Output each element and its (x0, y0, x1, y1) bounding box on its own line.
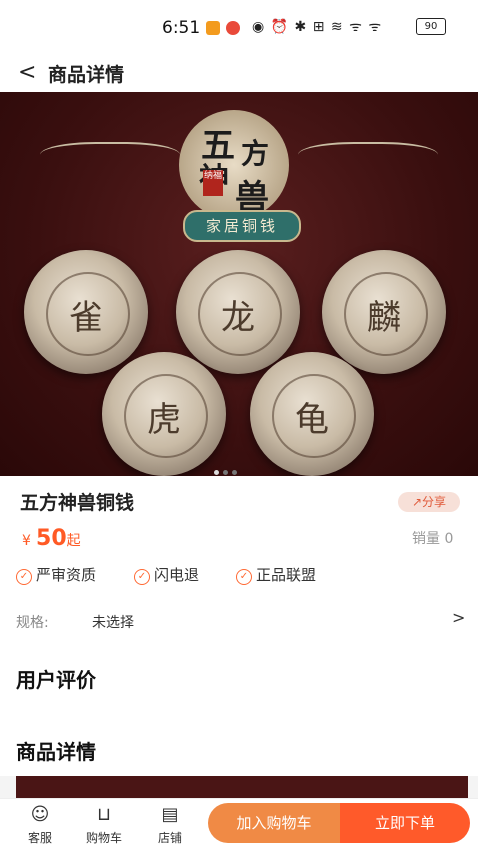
carousel-dot-active (214, 470, 219, 475)
sales-label: 销量 (412, 531, 440, 547)
status-bar: 6:51 ◉ ⏰ ✱ ⊞ ≋ ᯤ ᯤ 90 (0, 0, 478, 56)
details-section-title: 商品详情 (16, 736, 120, 767)
price-currency: ¥ (22, 533, 31, 549)
nav-bar: < 商品详情 (0, 56, 478, 92)
cart-label: 购物车 (85, 831, 122, 845)
guarantee-item: ✓ 正品联盟 (236, 564, 316, 585)
cart-icon: ⊔ (96, 804, 112, 825)
check-icon: ✓ (236, 569, 252, 585)
status-time: 6:51 (162, 18, 201, 38)
price-suffix: 起 (66, 533, 81, 549)
store-tab[interactable]: ▤ 店铺 (142, 805, 198, 846)
chevron-right-icon: > (452, 608, 466, 627)
guarantee-label: 正品联盟 (256, 566, 317, 584)
badge-char-2: 方 (241, 137, 270, 170)
battery-icon: 90 (416, 18, 446, 35)
right-ornament (298, 142, 438, 174)
page-title: 商品详情 (48, 64, 125, 86)
store-label: 店铺 (157, 831, 182, 845)
product-ribbon: 家居铜钱 (183, 210, 301, 242)
spec-label: 规格: (16, 615, 49, 631)
title-badge: 五 方 神 兽 (179, 110, 289, 220)
carousel-dot (223, 470, 228, 475)
store-icon: ▤ (161, 804, 179, 825)
chat-icon: ☺ (30, 804, 50, 825)
share-label: 分享 (422, 495, 447, 509)
service-tab[interactable]: ☺ 客服 (12, 805, 68, 846)
reviews-section-title: 用户评价 (16, 664, 120, 695)
product-info: 五方神兽铜钱 ↗分享 ¥ 50起 销量 0 ✓ 严审资质 ✓ 闪电退 ✓ 正品联盟 规… (0, 476, 478, 776)
coin-3-glyph: 麟 (367, 298, 401, 338)
seal-stamp: 纳福 (203, 170, 223, 196)
coin-4: 虎 (102, 352, 226, 476)
back-icon[interactable]: < (18, 60, 36, 85)
price-value: 50 (36, 526, 67, 551)
coin-3: 麟 (322, 250, 446, 374)
sales-count: 销量 0 (412, 528, 453, 548)
reviews-title-text: 用户评价 (16, 668, 96, 692)
carousel-indicator (214, 460, 241, 476)
coin-1-glyph: 雀 (69, 298, 103, 338)
coin-2-glyph: 龙 (221, 298, 255, 338)
buy-now-button[interactable]: 立即下单 (340, 803, 470, 843)
service-label: 客服 (27, 831, 52, 845)
spec-value: 未选择 (92, 615, 134, 631)
coin-5: 龟 (250, 352, 374, 476)
carousel-dot (232, 470, 237, 475)
cart-tab[interactable]: ⊔ 购物车 (76, 805, 132, 846)
check-icon: ✓ (16, 569, 32, 585)
guarantee-label: 严审资质 (36, 566, 97, 584)
details-title-text: 商品详情 (16, 740, 96, 764)
bottom-action-bar: ☺ 客服 ⊔ 购物车 ▤ 店铺 加入购物车 立即下单 (0, 798, 478, 851)
guarantee-label: 闪电退 (154, 566, 200, 584)
guarantee-item: ✓ 闪电退 (134, 564, 199, 585)
app-notification-icon (206, 21, 220, 35)
coin-1: 雀 (24, 250, 148, 374)
weibo-icon (226, 21, 240, 35)
status-icons: ◉ ⏰ ✱ ⊞ ≋ ᯤ ᯤ (252, 19, 383, 35)
check-icon: ✓ (134, 569, 150, 585)
share-icon: ↗ (411, 495, 423, 509)
sales-value: 0 (444, 531, 454, 547)
left-ornament (40, 142, 180, 174)
product-image-carousel[interactable]: 五 方 神 兽 纳福 家居铜钱 雀 龙 麟 虎 龟 (0, 92, 478, 476)
price: ¥ 50起 (22, 526, 81, 551)
product-title: 五方神兽铜钱 (20, 492, 135, 514)
coin-5-glyph: 龟 (295, 400, 329, 440)
coin-4-glyph: 虎 (147, 400, 181, 440)
share-button[interactable]: ↗分享 (398, 492, 460, 512)
guarantee-item: ✓ 严审资质 (16, 564, 96, 585)
add-to-cart-button[interactable]: 加入购物车 (208, 803, 340, 843)
coin-2: 龙 (176, 250, 300, 374)
